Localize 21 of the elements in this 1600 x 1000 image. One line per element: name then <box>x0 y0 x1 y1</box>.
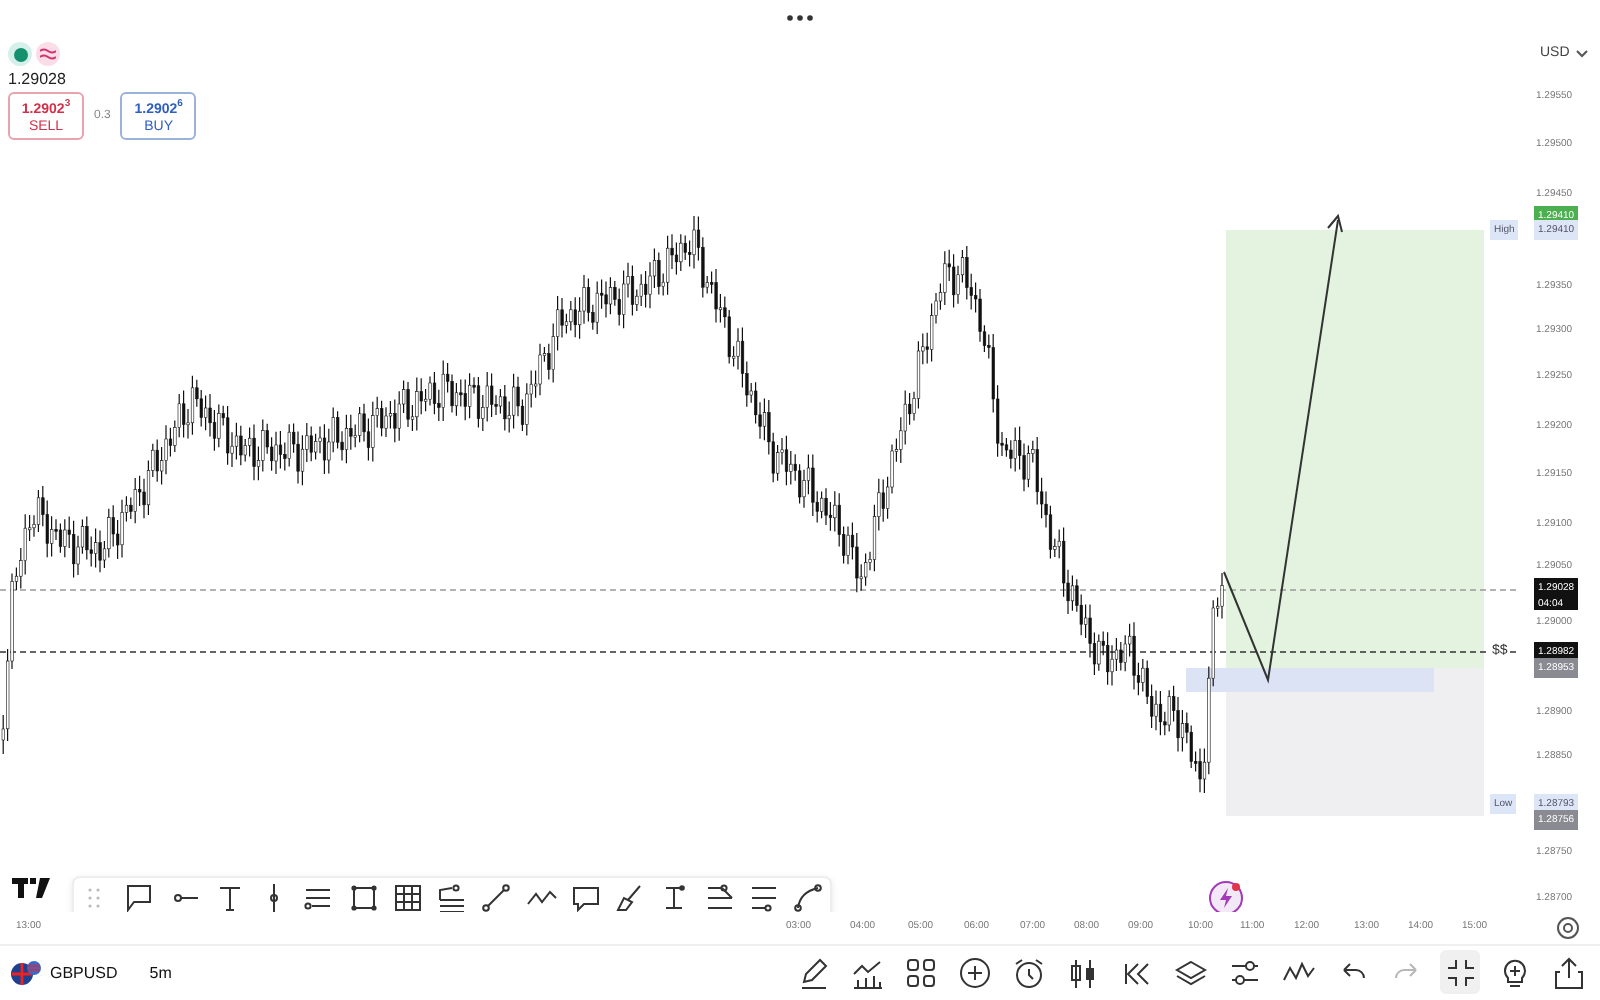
curve-icon[interactable] <box>792 882 824 912</box>
rectangle-icon[interactable] <box>347 882 379 912</box>
brush-icon[interactable] <box>614 882 646 912</box>
short-position-icon[interactable] <box>747 882 780 912</box>
more-icon[interactable] <box>786 14 814 22</box>
wave-icon <box>36 42 60 66</box>
long-position-icon[interactable] <box>703 882 735 912</box>
last-price: 1.29028 <box>8 70 68 88</box>
flag-icon <box>10 958 42 987</box>
lightning-icon[interactable] <box>1208 880 1244 912</box>
settings-icon[interactable] <box>1556 916 1580 940</box>
speech-bubble-icon[interactable] <box>569 882 602 912</box>
symbol-name[interactable]: GBPUSD <box>50 963 118 982</box>
logo-icon <box>12 876 52 900</box>
market-status-icon <box>8 42 32 66</box>
grid-icon[interactable] <box>391 882 424 912</box>
chevron-down-icon[interactable] <box>1575 49 1588 57</box>
stacked-lines-icon[interactable] <box>436 882 468 912</box>
callout-icon[interactable] <box>124 882 157 912</box>
interval-label[interactable]: 5m <box>149 963 172 982</box>
trend-line-icon[interactable] <box>480 882 513 912</box>
